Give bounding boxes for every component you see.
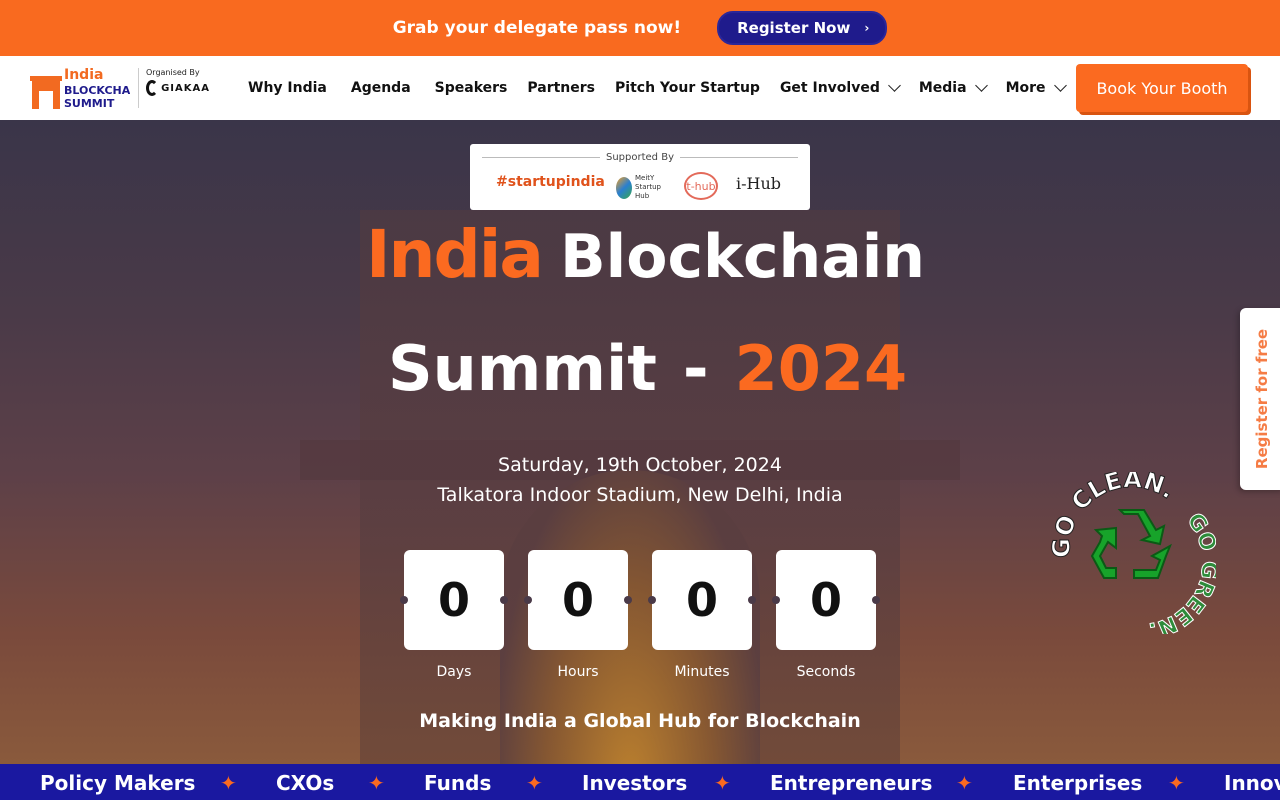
countdown-minutes: 0 [652,550,752,650]
countdown-timer: 0 0 0 0 [400,550,880,650]
recycle-icon [1090,509,1172,579]
giakaa-g-icon [146,80,159,96]
ticker-item: Innov [1224,771,1280,795]
nav-links: Why India Agenda Speakers Partners Pitch… [248,56,1067,120]
logo-line3: SUMMIT [64,97,115,110]
notch [400,596,408,604]
ticker-item: Investors [582,771,688,795]
notch [748,596,756,604]
audience-ticker: Policy Makers ✦ CXOs ✦ Funds ✦ Investors… [0,764,1280,800]
register-for-free-label: Register for free [1253,328,1271,470]
countdown-seconds-label: Seconds [796,664,856,680]
chevron-down-icon [887,79,901,92]
organised-by-label: Organised By [146,68,200,77]
go-clean-go-green-badge: GO CLEAN. GO GREEN. [1048,472,1216,634]
title-india: India [366,216,544,293]
title-summit: Summit [388,332,657,405]
hero-title-line2: Summit - 2024 [388,332,907,410]
nav-get-involved[interactable]: Get Involved [779,79,901,96]
nav-speakers[interactable]: Speakers [435,80,508,96]
logo-divider [138,68,139,108]
organiser-block: Organised By GIAKAA [146,68,210,96]
nav-media-label: Media [918,80,967,96]
register-now-button[interactable]: Register Now › [717,11,888,45]
hero-title-line1: India Blockchain [366,216,926,308]
logo-line1: India [64,67,103,83]
book-your-booth-button[interactable]: Book Your Booth [1076,64,1248,112]
title-blockchain: Blockchain [559,222,925,292]
nav-partners-label: Partners [527,80,596,96]
ticker-item: Entrepreneurs [770,771,933,795]
nav-partners[interactable]: Partners [527,80,595,96]
banner-text: Grab your delegate pass now! [392,18,682,38]
giakaa-logo: GIAKAA [146,80,210,96]
nav-more-label: More [1005,80,1046,96]
countdown-seconds: 0 [776,550,876,650]
nav-media[interactable]: Media [918,79,988,96]
title-year: 2024 [734,332,908,405]
nav-agenda-label: Agenda [350,80,411,96]
nav-more[interactable]: More [1005,79,1067,96]
ihub-logo: i-Hub [736,174,782,193]
title-dash: - [682,332,709,405]
countdown-days-label: Days [436,664,472,680]
meity-label: MeitY Startup Hub [635,174,661,200]
nav-agenda[interactable]: Agenda [351,80,411,96]
ticker-item: Enterprises [1013,771,1143,795]
notch [772,596,780,604]
supported-line-right [680,157,798,158]
top-banner: Grab your delegate pass now! Register No… [0,0,1280,56]
countdown-hours-label: Hours [557,664,599,680]
logo-line2: BLOCKCHAIN [64,84,130,97]
india-blockchain-summit-logo[interactable]: India BLOCKCHAIN SUMMIT [30,65,130,111]
star-icon: ✦ [220,771,237,795]
hero-tagline: Making India a Global Hub for Blockchain [419,710,861,732]
countdown-days: 0 [404,550,504,650]
chevron-down-icon [1053,79,1067,92]
meity-startup-hub-logo: MeitY Startup Hub [616,174,667,201]
thub-logo: t-hub [684,172,718,200]
register-for-free-tab[interactable]: Register for free [1240,308,1280,490]
giakaa-name: GIAKAA [161,82,210,94]
nav-why-india[interactable]: Why India [248,80,327,96]
star-icon: ✦ [526,771,543,795]
notch [624,596,632,604]
ticker-item: Policy Makers [40,771,196,795]
countdown-minutes-label: Minutes [674,664,730,680]
nav-pitch-your-startup[interactable]: Pitch Your Startup [615,80,760,96]
supported-by-card: Supported By #startupindia MeitY Startup… [470,144,810,210]
nav-why-india-label: Why India [248,80,327,96]
nav-speakers-label: Speakers [434,80,508,96]
hero-section: Supported By #startupindia MeitY Startup… [0,120,1280,764]
nav-pitch-label: Pitch Your Startup [615,80,760,96]
ticker-item: CXOs [276,771,335,795]
notch [524,596,532,604]
main-navbar: India BLOCKCHAIN SUMMIT Organised By GIA… [0,56,1280,120]
star-icon: ✦ [1168,771,1185,795]
nav-get-involved-label: Get Involved [779,80,880,96]
star-icon: ✦ [956,771,973,795]
notch [648,596,656,604]
countdown-hours: 0 [528,550,628,650]
startupindia-logo: #startupindia [496,174,605,190]
meity-icon [616,176,632,199]
chevron-right-icon: › [864,21,870,35]
notch [500,596,508,604]
notch [872,596,880,604]
register-now-label: Register Now [737,19,851,37]
star-icon: ✦ [368,771,385,795]
star-icon: ✦ [714,771,731,795]
ticker-item: Funds [424,771,492,795]
chevron-down-icon [974,79,988,92]
